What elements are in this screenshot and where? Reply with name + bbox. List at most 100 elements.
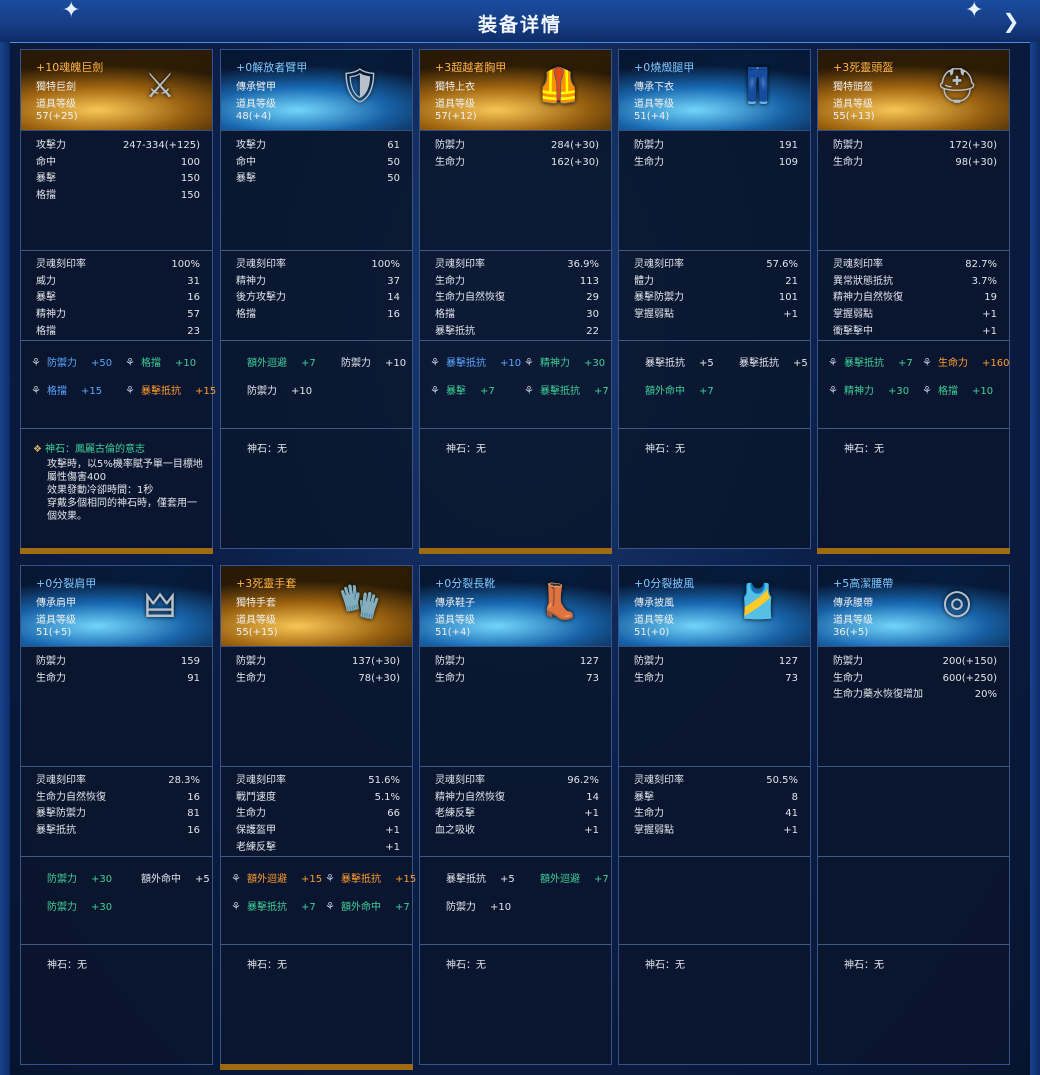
- stat-label: 精神力自然恢復: [435, 791, 505, 803]
- item-banner: +0分裂長靴 傳承鞋子 道具等级 51(+4) 👢: [420, 566, 611, 647]
- equipment-card[interactable]: +0分裂長靴 傳承鞋子 道具等级 51(+4) 👢 防禦力 127 生命力 73 灵魂刻印率 96.…: [419, 565, 612, 1065]
- stat-label: 暴擊: [36, 173, 56, 185]
- item-level-label: 道具等级: [36, 615, 76, 626]
- card-footer-bar: [20, 1064, 213, 1070]
- bonus-stat: ⚘ 暴擊抵抗 +7: [231, 898, 316, 913]
- stone-none: 神石：无: [446, 960, 486, 971]
- stat-label: 後方攻擊力: [236, 292, 286, 304]
- item-banner: +0燒燬腿甲 傳承下衣 道具等级 51(+4) 👖: [619, 50, 810, 131]
- item-level-label: 道具等级: [36, 99, 76, 110]
- stat-label: 生命力: [435, 672, 465, 684]
- stat-value: 50: [387, 173, 400, 185]
- stat-value: 150: [180, 173, 200, 185]
- stat-row: 命中 100: [21, 155, 212, 172]
- stat-value: 57: [187, 309, 200, 321]
- stat-value: +1: [584, 808, 599, 820]
- stat-label: 灵魂刻印率: [435, 775, 485, 786]
- stat-value: +1: [982, 309, 997, 321]
- equipment-card[interactable]: +3超越者胸甲 獨特上衣 道具等级 57(+12) 🦺 防禦力 284(+30) 生命力 162…: [419, 49, 612, 554]
- stat-label: 生命力: [36, 672, 66, 684]
- bonus-value: +7: [301, 902, 316, 913]
- stat-row: 生命力自然恢復 29: [420, 290, 611, 307]
- equipment-card[interactable]: +0分裂披風 傳承披風 道具等级 51(+0) 🎽 防禦力 127 生命力 73 灵魂刻印率 50.…: [618, 565, 811, 1065]
- stone-desc-line: 屬性傷害400: [47, 472, 107, 483]
- gem-icon: ⚘: [828, 384, 838, 397]
- item-banner: +3死靈頭盔 獨特頭盔 道具等级 55(+13) ⛑: [818, 50, 1009, 131]
- item-type: 獨特上衣: [435, 82, 475, 93]
- stat-label: 精神力: [236, 275, 266, 287]
- stat-row: 命中 50: [221, 155, 412, 172]
- bonus-label: 額外命中: [645, 386, 685, 397]
- stone-section: [420, 428, 611, 429]
- item-name: +10魂魄巨劍: [36, 61, 104, 74]
- equipment-card[interactable]: +3死靈手套 獨特手套 道具等级 55(+15) 🧤 防禦力 137(+30) 生命力 78(+…: [220, 565, 416, 1070]
- stat-value: 600(+250): [942, 672, 997, 684]
- card-footer-bar: [419, 548, 612, 554]
- helmet-icon: ⛑: [935, 66, 979, 106]
- stat-row: 防禦力 137(+30): [221, 654, 412, 671]
- equipment-card[interactable]: +3死靈頭盔 獨特頭盔 道具等级 55(+13) ⛑ 防禦力 172(+30) 生命力 98(+…: [817, 49, 1010, 554]
- stat-label: 生命力: [634, 808, 664, 820]
- stat-value: +1: [385, 825, 400, 837]
- stat-value: 96.2%: [567, 775, 599, 786]
- bonus-value: +30: [91, 902, 113, 913]
- stat-label: 生命力: [236, 808, 266, 820]
- item-level-label: 道具等级: [833, 615, 873, 626]
- item-level: 51(+0): [634, 627, 670, 638]
- stat-label: 生命力: [435, 156, 465, 168]
- stat-value: 31: [187, 275, 200, 287]
- stat-row: 攻擊力 247-334(+125): [21, 138, 212, 155]
- stat-value: 50.5%: [766, 775, 798, 786]
- bonus-label: 防禦力: [47, 902, 77, 913]
- stat-row: 精神力自然恢復 19: [818, 290, 1009, 307]
- gem-icon: ⚘: [31, 356, 41, 369]
- equipment-card[interactable]: +5高潔腰帶 傳承腰帶 道具等级 36(+5) ◎ 防禦力 200(+150) 生命力 600(…: [817, 565, 1010, 1065]
- stat-value: 20%: [974, 689, 997, 701]
- equipment-card[interactable]: +0解放者臂甲 傳承臂甲 道具等级 48(+4) 🛡 攻擊力 61 命中 50 暴擊 50 灵魂刻印率…: [220, 49, 413, 549]
- stat-label: 掌握弱點: [833, 309, 873, 321]
- stat-label: 威力: [36, 275, 56, 287]
- belt-icon: ◎: [942, 582, 972, 622]
- stat-label: 防禦力: [634, 656, 664, 667]
- item-banner: +3超越者胸甲 獨特上衣 道具等级 57(+12) 🦺: [420, 50, 611, 131]
- item-level: 51(+4): [435, 627, 471, 638]
- soul-stats: 灵魂刻印率 50.5% 暴擊 8 生命力 41 掌握弱點 +1: [619, 766, 810, 840]
- stat-label: 掌握弱點: [634, 309, 674, 321]
- frame-border-right: [1030, 42, 1040, 1075]
- stat-value: 50: [387, 156, 400, 168]
- stat-row: 攻擊力 61: [221, 138, 412, 155]
- stat-label: 生命力: [833, 672, 863, 684]
- close-icon[interactable]: ❯: [1000, 10, 1022, 32]
- stat-value: 247-334(+125): [122, 140, 200, 151]
- item-banner: +3死靈手套 獨特手套 道具等级 55(+15) 🧤: [221, 566, 412, 647]
- equipment-card[interactable]: +10魂魄巨劍 獨特巨劍 道具等级 57(+25) ⚔ 攻擊力 247-334(+125) 命…: [20, 49, 216, 554]
- item-type: 獨特巨劍: [36, 82, 76, 93]
- stone-desc-line: 穿戴多個相同的神石時，僅套用一: [47, 498, 197, 509]
- card-footer-bar: [618, 548, 811, 554]
- item-level-label: 道具等级: [435, 615, 475, 626]
- stat-row: 生命力 73: [420, 671, 611, 688]
- stat-value: 41: [785, 808, 798, 820]
- gem-icon: ⚘: [325, 900, 335, 913]
- bonus-value: +30: [888, 386, 910, 397]
- stat-row: 精神力 57: [21, 307, 212, 324]
- card-footer-bar: [419, 1064, 612, 1070]
- item-level-label: 道具等级: [236, 615, 276, 626]
- stat-row: 掌握弱點 +1: [619, 307, 810, 324]
- bonus-stat: ⚘ 額外命中 +7: [325, 898, 410, 913]
- bonus-stat: 暴擊抵抗 +5: [629, 354, 714, 369]
- stat-row: 格擋 30: [420, 307, 611, 324]
- stat-row: 威力 31: [21, 274, 212, 291]
- bonus-stat: ⚘ 格擋 +15: [31, 382, 102, 397]
- card-footer-bar: [220, 548, 413, 554]
- bonus-value: +10: [500, 358, 522, 369]
- bonus-label: 暴擊抵抗: [247, 902, 287, 913]
- equipment-card[interactable]: +0分裂肩甲 傳承肩甲 道具等级 51(+5) 🜲 防禦力 159 生命力 91 灵魂刻印率 28.…: [20, 565, 213, 1065]
- bonus-value: +5: [195, 874, 210, 885]
- equipment-card[interactable]: +0燒燬腿甲 傳承下衣 道具等级 51(+4) 👖 防禦力 191 生命力 109 灵魂刻印率 57…: [618, 49, 811, 549]
- frame-border-left: [0, 42, 10, 1075]
- stone-desc-line: 效果發動冷卻時間：1秒: [47, 485, 154, 496]
- stat-row: 防禦力 284(+30): [420, 138, 611, 155]
- stat-label: 老練反擊: [236, 841, 276, 853]
- stat-row: 暴擊防禦力 101: [619, 290, 810, 307]
